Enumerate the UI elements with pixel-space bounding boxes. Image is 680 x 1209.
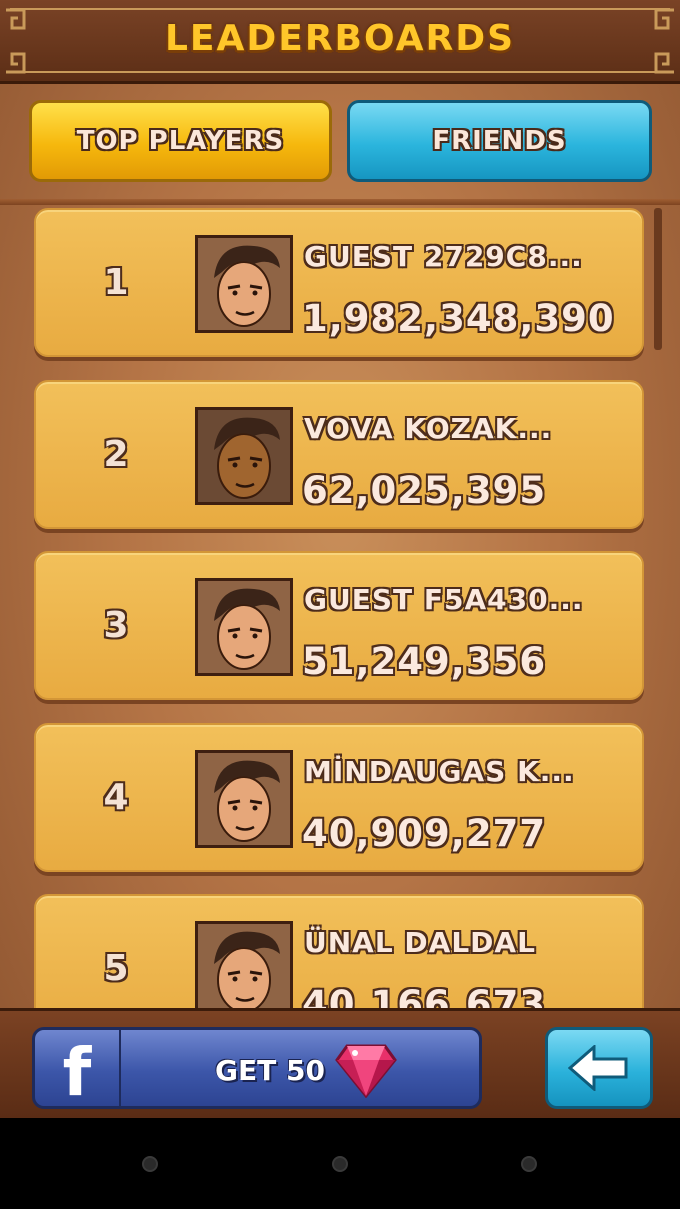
player-name: MİNDAUGAS K...: [304, 755, 575, 788]
header-bar: LEADERBOARDS: [0, 0, 680, 84]
player-name: ÜNAL DALDAL: [304, 926, 536, 959]
tab-top-players[interactable]: TOP PLAYERS: [29, 100, 332, 182]
player-name: GUEST F5A430...: [304, 583, 584, 616]
footer-bar: f GET 50: [0, 1008, 680, 1118]
leaderboard-row[interactable]: 4 MİNDAUGAS K... 40,909,277: [34, 723, 644, 872]
player-name: VOVA KOZAK...: [304, 412, 553, 445]
scrollbar[interactable]: [654, 208, 662, 350]
rank-number: 4: [103, 777, 129, 818]
nav-back-dot[interactable]: [142, 1156, 158, 1172]
leaderboard-row[interactable]: 1 GUEST 2729C8... 1,982,348,390: [34, 208, 644, 357]
nav-recents-dot[interactable]: [521, 1156, 537, 1172]
player-score: 51,249,356: [302, 640, 547, 683]
leaderboard-row[interactable]: 5 ÜNAL DALDAL 40,166,673: [34, 894, 644, 1008]
tab-friends[interactable]: FRIENDS: [347, 100, 652, 182]
facebook-button-label: GET 50: [215, 1054, 325, 1087]
rank-number: 1: [103, 262, 129, 303]
player-portrait-icon: [195, 407, 293, 505]
facebook-get-gems-button[interactable]: f GET 50: [32, 1027, 482, 1109]
facebook-icon: f: [35, 1030, 121, 1106]
player-score: 40,909,277: [302, 812, 547, 855]
rank-number: 2: [103, 434, 129, 475]
leaderboard-row[interactable]: 2 VOVA KOZAK... 62,025,395: [34, 380, 644, 529]
rank-number: 5: [103, 948, 129, 989]
leaderboard-row[interactable]: 3 GUEST F5A430... 51,249,356: [34, 551, 644, 700]
back-button[interactable]: [545, 1027, 653, 1109]
player-portrait-icon: [195, 750, 293, 848]
player-score: 62,025,395: [302, 469, 547, 512]
page-title: LEADERBOARDS: [164, 18, 516, 59]
nav-home-dot[interactable]: [332, 1156, 348, 1172]
arrow-left-icon: [568, 1045, 628, 1091]
gem-icon: [335, 1044, 397, 1098]
player-name: GUEST 2729C8...: [304, 240, 583, 273]
leaderboards-screen: LEADERBOARDS TOP PLAYERS FRIENDS 1 GUEST…: [0, 0, 680, 1118]
player-score: 1,982,348,390: [302, 297, 615, 340]
player-score: 40,166,673: [302, 983, 547, 1008]
player-portrait-icon: [195, 578, 293, 676]
player-portrait-icon: [195, 235, 293, 333]
leaderboard-list[interactable]: 1 GUEST 2729C8... 1,982,348,390 2 VOVA K…: [0, 205, 680, 1008]
rank-number: 3: [103, 605, 129, 646]
android-nav-bar: [0, 1118, 680, 1209]
player-portrait-icon: [195, 921, 293, 1008]
